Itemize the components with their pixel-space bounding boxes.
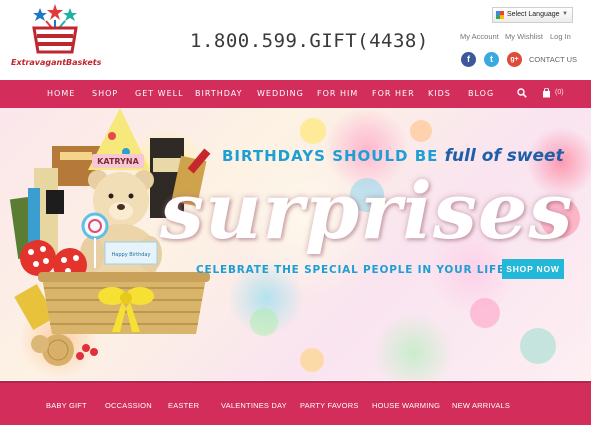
hero-big-word: surprises	[160, 166, 574, 257]
bokeh-decoration	[250, 308, 278, 336]
subnav-item-house-warming[interactable]: HOUSE WARMING	[372, 401, 440, 410]
subnav-item-occassion[interactable]: OCCASSION	[105, 401, 152, 410]
bokeh-decoration	[410, 120, 432, 142]
phone-number: 1.800.599.GIFT(4438)	[190, 30, 429, 52]
login-link[interactable]: Log In	[550, 32, 571, 41]
language-select-label: Select Language	[507, 11, 560, 18]
search-icon[interactable]	[517, 88, 527, 98]
hero-headline-prefix: BIRTHDAYS SHOULD BE	[222, 147, 445, 165]
subnav-item-valentines-day[interactable]: VALENTINES DAY	[221, 401, 287, 410]
bokeh-decoration	[300, 118, 326, 144]
hero-headline-emphasis: full of sweet	[444, 146, 564, 166]
nav-item-home[interactable]: HOME	[47, 89, 75, 98]
cart-icon[interactable]	[542, 88, 551, 98]
nav-item-birthday[interactable]: BIRTHDAY	[195, 89, 242, 98]
main-nav: HOME SHOP GET WELL BIRTHDAY WEDDING FOR …	[0, 80, 591, 108]
contact-us-link[interactable]: CONTACT US	[529, 55, 577, 64]
subnav-item-new-arrivals[interactable]: NEW ARRIVALS	[452, 401, 510, 410]
basket-card-text: Happy Birthday	[112, 252, 151, 258]
nav-item-for-her[interactable]: FOR HER	[372, 89, 415, 98]
nav-item-shop[interactable]: SHOP	[92, 89, 118, 98]
my-wishlist-link[interactable]: My Wishlist	[505, 32, 543, 41]
category-subnav: BABY GIFT OCCASSION EASTER VALENTINES DA…	[0, 381, 591, 425]
nav-item-wedding[interactable]: WEDDING	[257, 89, 304, 98]
hero-banner[interactable]: KATRYNA Happy Birthday BIRTHDAYS SHOULD …	[0, 108, 591, 380]
facebook-icon[interactable]: f	[461, 52, 476, 67]
language-select[interactable]: Select Language ▼	[492, 7, 573, 23]
chevron-down-icon: ▼	[562, 11, 568, 17]
nav-item-blog[interactable]: BLOG	[468, 89, 494, 98]
site-header: ExtravagantBaskets 1.800.599.GIFT(4438) …	[0, 0, 591, 80]
bokeh-decoration	[300, 348, 324, 372]
basket-name-tag: KATRYNA	[97, 157, 139, 166]
bokeh-decoration	[520, 328, 556, 364]
twitter-icon[interactable]: t	[484, 52, 499, 67]
subnav-item-party-favors[interactable]: PARTY FAVORS	[300, 401, 359, 410]
google-g-icon	[496, 11, 504, 19]
my-account-link[interactable]: My Account	[460, 32, 499, 41]
googleplus-icon[interactable]: g+	[507, 52, 522, 67]
hero-subline: CELEBRATE THE SPECIAL PEOPLE IN YOUR LIF…	[196, 264, 511, 276]
logo-text[interactable]: ExtravagantBaskets	[11, 58, 101, 67]
shop-now-button[interactable]: SHOP NOW	[502, 259, 564, 279]
nav-item-for-him[interactable]: FOR HIM	[317, 89, 358, 98]
nav-item-kids[interactable]: KIDS	[428, 89, 451, 98]
nav-item-get-well[interactable]: GET WELL	[135, 89, 184, 98]
hero-headline: BIRTHDAYS SHOULD BE full of sweet	[222, 146, 564, 166]
subnav-item-baby-gift[interactable]: BABY GIFT	[46, 401, 87, 410]
cart-count[interactable]: (0)	[555, 89, 564, 96]
subnav-item-easter[interactable]: EASTER	[168, 401, 199, 410]
bokeh-decoration	[470, 298, 500, 328]
